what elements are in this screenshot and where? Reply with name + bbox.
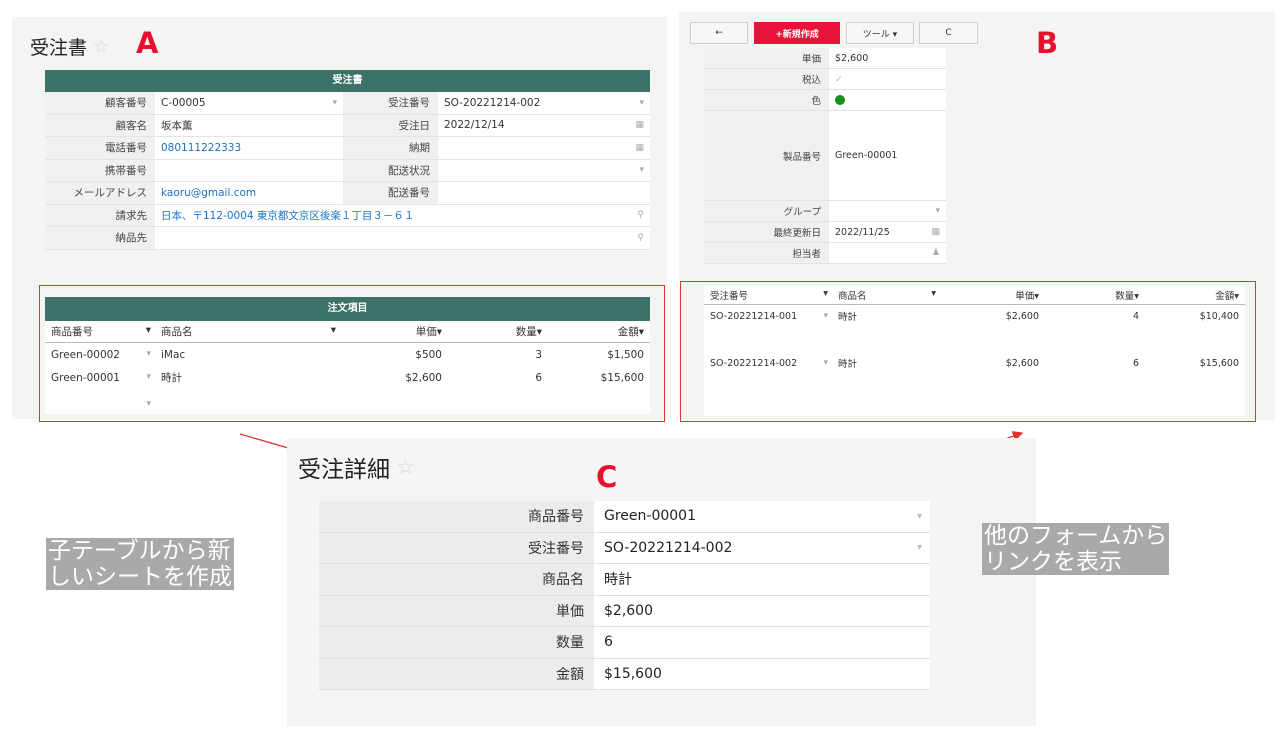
- note-left: 子テーブルから新 しいシートを作成: [46, 538, 234, 590]
- detail-row: 受注番号 SO-20221214-002 ▾: [319, 532, 930, 564]
- detail-label: 単価: [319, 595, 594, 626]
- detail-value[interactable]: 6: [594, 627, 930, 658]
- detail-row: 単価 $2,600: [319, 595, 930, 627]
- marker-c: C: [596, 460, 618, 494]
- detail-value-text: 時計: [604, 572, 632, 589]
- detail-row: 金額 $15,600: [319, 658, 930, 690]
- detail-value-text: Green-00001: [604, 508, 696, 525]
- note-right: 他のフォームから リンクを表示: [982, 523, 1170, 575]
- note-left-line1: 子テーブルから新: [48, 538, 231, 564]
- detail-value-text: SO-20221214-002: [604, 539, 733, 556]
- detail-value[interactable]: 時計: [594, 564, 930, 595]
- detail-value-text: $15,600: [604, 665, 662, 682]
- detail-title: 受注詳細: [298, 457, 390, 483]
- detail-value[interactable]: $15,600: [594, 658, 930, 689]
- panel-c-title-bar: 受注詳細 ☆: [298, 450, 415, 484]
- detail-value-text: 6: [604, 634, 613, 651]
- note-right-line2: リンクを表示: [984, 549, 1122, 575]
- detail-value[interactable]: SO-20221214-002 ▾: [594, 532, 930, 563]
- detail-value[interactable]: Green-00001 ▾: [594, 501, 930, 532]
- star-icon[interactable]: ☆: [396, 455, 415, 479]
- note-right-line1: 他のフォームから: [984, 523, 1168, 549]
- note-left-line2: しいシートを作成: [48, 564, 232, 590]
- chevron-down-icon: ▾: [916, 542, 922, 554]
- detail-value-text: $2,600: [604, 602, 653, 619]
- detail-label: 受注番号: [319, 532, 594, 563]
- detail-label: 商品番号: [319, 501, 594, 532]
- detail-row: 数量 6: [319, 627, 930, 659]
- detail-row: 商品名 時計: [319, 564, 930, 596]
- detail-label: 商品名: [319, 564, 594, 595]
- chevron-down-icon: ▾: [916, 510, 922, 522]
- detail-label: 金額: [319, 658, 594, 689]
- detail-label: 数量: [319, 627, 594, 658]
- detail-row: 商品番号 Green-00001 ▾: [319, 501, 930, 533]
- detail-form: 商品番号 Green-00001 ▾ 受注番号 SO-20221214-002 ▾ 商品名時…: [319, 501, 930, 690]
- detail-value[interactable]: $2,600: [594, 595, 930, 626]
